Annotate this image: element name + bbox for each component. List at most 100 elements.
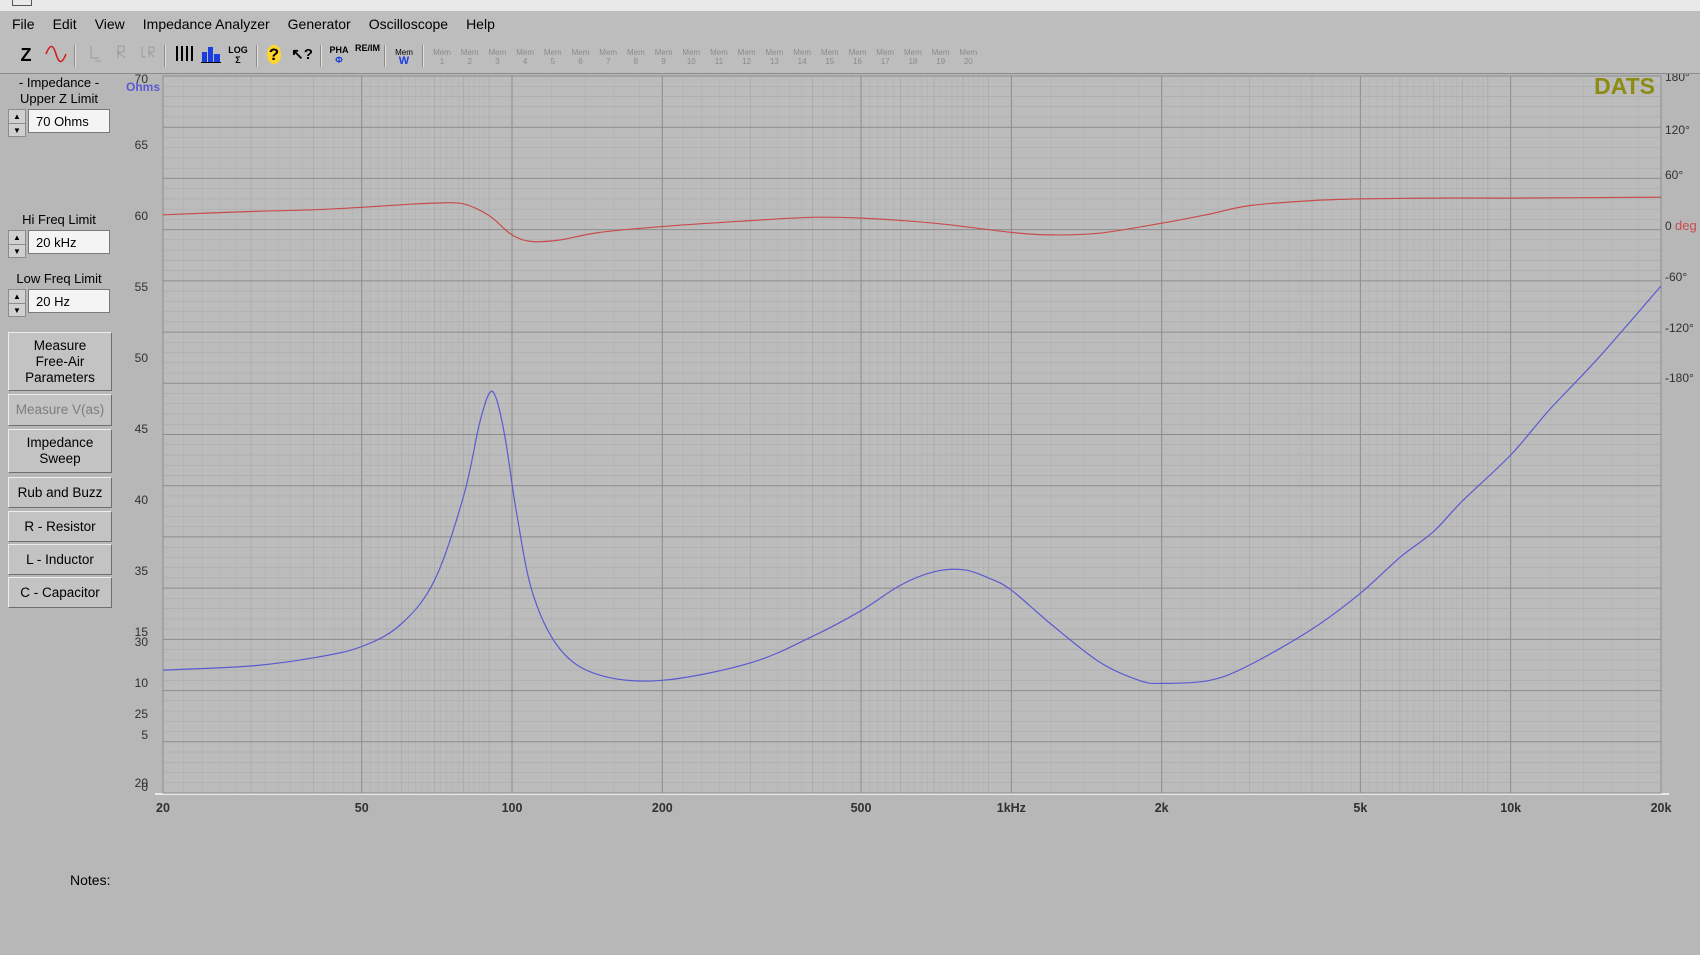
memory-slot-6-button[interactable]: Mem 6 [569,42,593,68]
context-help-button[interactable]: ↖? [290,42,314,68]
bar-chart-icon [201,47,221,63]
l-inductor-button[interactable]: L - Inductor [8,544,112,575]
button-line: Measure [33,337,87,353]
pointer-help-icon: ↖? [291,46,313,63]
cursor-r-button[interactable] [110,42,134,68]
re-im-button[interactable]: RE/IM [355,42,380,68]
mem-slot-number: 12 [742,57,752,66]
mem-slot-number: 16 [853,57,862,66]
memory-slot-14-button[interactable]: Mem 14 [790,42,814,68]
notes-label: Notes: [70,872,111,888]
impedance-mode-button[interactable]: Z [14,42,38,68]
mem-slot-label: Mem [627,48,645,57]
mem-slot-number: 2 [467,57,472,66]
mem-slot-number: 3 [495,57,500,66]
cursor-lr-button[interactable] [136,42,160,68]
spin-up-icon[interactable]: ▲ [9,290,25,304]
hi-freq-spinner[interactable]: ▲ ▼ [8,230,26,258]
mem-slot-label: Mem [710,48,728,57]
memory-slot-4-button[interactable]: Mem 4 [513,42,537,68]
mem-slot-number: 11 [714,57,724,66]
bar-graph-button[interactable] [199,42,223,68]
mem-slot-label: Mem [793,48,811,57]
mem-slot-label: Mem [765,48,784,57]
memory-slot-1-button[interactable]: Mem 1 [430,42,454,68]
hi-freq-field[interactable]: 20 kHz [28,230,110,254]
menu-generator[interactable]: Generator [279,16,360,32]
upper-z-spinner[interactable]: ▲ ▼ [8,109,26,137]
memory-slot-3-button[interactable]: Mem 3 [485,42,509,68]
low-freq-field[interactable]: 20 Hz [28,289,110,313]
spin-up-icon[interactable]: ▲ [9,231,25,245]
memory-slot-7-button[interactable]: Mem 7 [596,42,620,68]
phase-button[interactable]: PHA Φ [327,42,351,68]
rub-and-buzz-button[interactable]: Rub and Buzz [8,477,112,508]
low-freq-label: Low Freq Limit [16,271,102,286]
menu-oscilloscope[interactable]: Oscilloscope [360,16,457,32]
memory-slot-11-button[interactable]: Mem 11 [707,42,731,68]
mem-slot-label: Mem [737,48,756,57]
memory-button[interactable]: Mem W [390,42,418,68]
mem-slot-number: 8 [633,57,639,66]
mem-slot-number: 10 [686,57,696,66]
memory-slot-10-button[interactable]: Mem 10 [679,42,703,68]
memory-slot-18-button[interactable]: Mem 18 [901,42,925,68]
z-label: Z [20,45,32,65]
memory-slot-2-button[interactable]: Mem 2 [458,42,482,68]
spin-down-icon[interactable]: ▼ [9,245,25,258]
c-capacitor-button[interactable]: C - Capacitor [8,577,112,608]
spin-down-icon[interactable]: ▼ [9,304,25,317]
sine-wave-button[interactable] [44,42,68,68]
mem-slot-number: 18 [908,57,918,66]
sigma-icon: Σ [235,55,241,65]
cursor-l-button[interactable] [84,42,108,68]
memory-slot-8-button[interactable]: Mem 8 [624,42,648,68]
x-tick-label: 200 [652,801,673,815]
memory-slot-20-button[interactable]: Mem 20 [956,42,980,68]
impedance-sweep-button[interactable]: Impedance Sweep [8,429,112,473]
impedance-chart[interactable]: 7065605550454035153010255200Ohms180°120°… [118,74,1700,870]
memory-slot-9-button[interactable]: Mem 9 [652,42,676,68]
y2-tick-label: 60° [1665,168,1683,182]
upper-z-label: Upper Z Limit [19,91,99,106]
menu-help[interactable]: Help [457,16,504,32]
mem-slot-label: Mem [959,48,978,57]
spin-down-icon[interactable]: ▼ [9,124,25,137]
memory-slot-15-button[interactable]: Mem 15 [818,42,842,68]
r-resistor-button[interactable]: R - Resistor [8,511,112,542]
log-scale-button[interactable]: LOG Σ [226,42,250,68]
low-freq-spinner[interactable]: ▲ ▼ [8,289,26,317]
chart-grid [155,75,1669,795]
upper-z-group: - Impedance - Upper Z Limit ▲ ▼ 70 Ohms [8,75,110,137]
memory-slot-5-button[interactable]: Mem 5 [541,42,565,68]
title-strip [0,0,1700,11]
menu-edit[interactable]: Edit [44,16,86,32]
menu-view[interactable]: View [86,16,134,32]
x-tick-label: 50 [355,801,369,815]
memory-slot-16-button[interactable]: Mem 16 [846,42,870,68]
memory-slot-19-button[interactable]: Mem 19 [929,42,953,68]
button-line: Free-Air [35,353,85,369]
y-unit-label: Ohms [126,80,160,94]
measure-free-air-button[interactable]: Measure Free-Air Parameters [8,332,112,391]
cursor-l-icon [90,46,101,62]
help-button[interactable]: ? [262,42,286,68]
y-tick-label: 5 [141,728,148,742]
upper-z-field[interactable]: 70 Ohms [28,109,110,133]
spin-up-icon[interactable]: ▲ [9,110,25,124]
memory-slot-12-button[interactable]: Mem 12 [735,42,759,68]
mem-slot-label: Mem [543,48,562,57]
y-tick-label: 30 [135,635,149,649]
menu-file[interactable]: File [0,16,44,32]
notes-area[interactable] [118,872,1700,955]
cursor-lr-icon [141,46,155,58]
brand-logo: DATS [1594,74,1655,99]
phi-icon: Φ [335,55,343,65]
memory-slot-17-button[interactable]: Mem 17 [873,42,897,68]
memory-slot-13-button[interactable]: Mem 13 [762,42,786,68]
mem-slot-label: Mem [433,48,451,57]
grid-lines-button[interactable] [172,42,196,68]
measure-vas-button[interactable]: Measure V(as) [8,394,112,426]
menu-impedance-analyzer[interactable]: Impedance Analyzer [134,16,279,32]
mem-slot-label: Mem [571,48,590,57]
